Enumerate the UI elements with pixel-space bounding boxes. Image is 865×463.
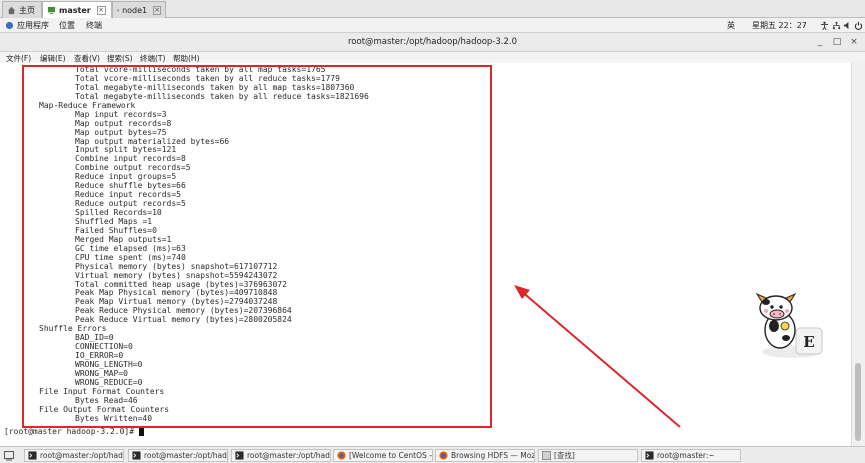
clock[interactable]: 星期五 22：27	[752, 20, 807, 31]
firefox-icon	[337, 451, 346, 460]
vm-tab-node1[interactable]: node1 ×	[112, 1, 166, 18]
gnome-top-bar: 应用程序 位置 终端 英 星期五 22：27	[0, 18, 865, 33]
volume-icon[interactable]	[843, 21, 852, 30]
taskbar: root@master:/opt/hado··· root@master:/opt…	[0, 446, 865, 463]
places-menu[interactable]: 位置	[59, 20, 75, 31]
taskbar-window-label: root@master:~	[657, 451, 715, 460]
search-window-icon	[542, 451, 551, 460]
taskbar-window-button[interactable]: root@master:/opt/hado···	[24, 449, 124, 462]
red-arrow-annotation	[514, 285, 681, 428]
vm-tab-master[interactable]: master ×	[42, 1, 112, 18]
taskbar-window-label: root@master:/opt/hado···	[40, 451, 123, 460]
taskbar-window-label: root@master:/opt/hado···	[247, 451, 330, 460]
accessibility-icon[interactable]	[820, 21, 829, 30]
taskbar-window-button[interactable]: root@master:/opt/hado···	[231, 449, 331, 462]
terminal-icon	[235, 451, 244, 460]
window-title-bar[interactable]: root@master:/opt/hadoop/hadoop-3.2.0 _ □…	[0, 33, 865, 52]
firefox-icon	[439, 451, 448, 460]
terminal-icon	[645, 451, 654, 460]
taskbar-window-label: [Welcome to CentOS — ···	[349, 451, 432, 460]
terminal-scrollbar[interactable]	[851, 63, 865, 446]
close-icon[interactable]: ×	[96, 5, 106, 15]
terminal-menu-bar: 文件(F) 编辑(E) 查看(V) 搜索(S) 终端(T) 帮助(H)	[0, 52, 865, 63]
sticker-letter: E	[803, 333, 814, 351]
close-icon[interactable]: ×	[849, 37, 859, 47]
red-highlight-box	[22, 65, 492, 428]
terminal-menu[interactable]: 终端	[86, 20, 102, 31]
power-icon[interactable]	[854, 21, 863, 30]
applications-menu[interactable]: 应用程序	[17, 20, 49, 31]
vm-tab-bar: 主页 master × node1 ×	[0, 0, 865, 18]
cartoon-cow-sticker: E	[755, 292, 823, 358]
maximize-icon[interactable]: □	[832, 37, 842, 47]
input-method-indicator[interactable]: 英	[727, 20, 735, 31]
show-desktop-icon[interactable]	[4, 451, 14, 461]
taskbar-window-button[interactable]: [Welcome to CentOS — ···	[333, 449, 433, 462]
vm-icon	[117, 9, 119, 11]
shell-prompt: [root@master hadoop-3.2.0]#	[4, 427, 139, 436]
terminal-icon	[28, 451, 37, 460]
taskbar-window-label: [查找]	[554, 451, 575, 460]
vm-tab-home[interactable]: 主页	[2, 1, 42, 18]
minimize-icon[interactable]: _	[815, 37, 825, 47]
terminal-output-area[interactable]: Total vcore-milliseconds taken by all ma…	[0, 63, 851, 446]
vm-tab-label: node1	[122, 5, 148, 15]
taskbar-window-label: root@master:/opt/hado···	[144, 451, 227, 460]
vm-icon	[47, 6, 56, 14]
window-title: root@master:/opt/hadoop/hadoop-3.2.0	[347, 37, 518, 47]
applications-icon	[5, 21, 14, 30]
text-cursor	[138, 427, 144, 436]
vm-tab-label: master	[59, 5, 91, 15]
terminal-icon	[132, 451, 141, 460]
vm-tab-label: 主页	[19, 5, 35, 15]
taskbar-window-label: Browsing HDFS — Mozil···	[451, 451, 535, 460]
home-icon	[7, 6, 16, 14]
close-icon[interactable]: ×	[153, 5, 161, 15]
network-icon[interactable]	[832, 21, 841, 30]
scrollbar-thumb[interactable]	[855, 363, 861, 441]
taskbar-window-button[interactable]: Browsing HDFS — Mozil···	[435, 449, 535, 462]
shell-prompt-line[interactable]: [root@master hadoop-3.2.0]#	[4, 427, 144, 437]
taskbar-window-button[interactable]: root@master:~	[641, 449, 741, 462]
taskbar-window-button[interactable]: root@master:/opt/hado···	[128, 449, 228, 462]
taskbar-window-button[interactable]: [查找]	[538, 449, 638, 462]
